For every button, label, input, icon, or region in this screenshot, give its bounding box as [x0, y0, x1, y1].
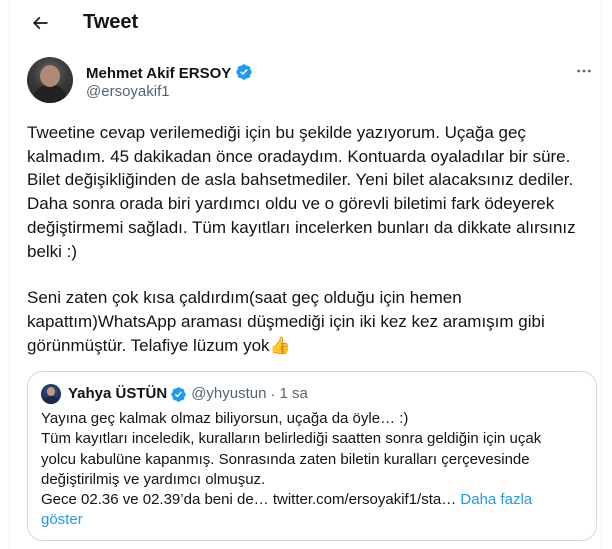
page-title: Tweet	[83, 11, 139, 33]
quoted-text-line: Yayına geç kalmak olmaz biliyorsun, uçağ…	[41, 410, 409, 427]
quoted-text-content: Gece 02.36 ve 02.39’da beni de… twitter.…	[41, 491, 457, 509]
avatar[interactable]	[27, 57, 73, 103]
arrow-left-icon	[30, 13, 50, 33]
back-button[interactable]	[27, 10, 53, 36]
page-header: Tweet	[10, 0, 601, 46]
quoted-tweet[interactable]: Yahya ÜSTÜN @yhyustun · 1 sa Yayına geç …	[27, 371, 597, 541]
author-name-row[interactable]: Mehmet Akif ERSOY	[86, 63, 253, 83]
quoted-author-name: Yahya ÜSTÜN	[68, 385, 168, 402]
quoted-author-handle: @yhyustun	[191, 385, 267, 402]
tweet-page: Tweet Mehmet Akif ERSOY @ersoyakif1 Twee…	[9, 0, 602, 549]
separator-dot: ·	[270, 385, 276, 403]
author-name[interactable]: Mehmet Akif ERSOY	[86, 65, 231, 82]
quoted-text-line: Tüm kayıtları inceledik, kuralların beli…	[41, 430, 542, 448]
quoted-text-line: yolcu kabulüne kapanmış. Sonrasında zate…	[41, 450, 530, 468]
show-more-link-continued[interactable]: göster	[41, 510, 586, 530]
tweet-paragraph: Tweetine cevap verilemediği için bu şeki…	[27, 123, 576, 261]
show-more-link[interactable]: Daha fazla	[460, 491, 532, 508]
quoted-text-line: Gece 02.36 ve 02.39’da beni de… twitter.…	[41, 490, 586, 510]
quoted-text-line: değiştirilmiş ve yardımcı olmuşuz.	[41, 470, 266, 488]
more-options-button[interactable]	[571, 61, 597, 81]
more-horizontal-icon	[575, 62, 593, 80]
quoted-tweet-text: Yayına geç kalmak olmaz biliyorsun, uçağ…	[41, 409, 586, 531]
tweet-paragraph: Seni zaten çok kısa çaldırdım(saat geç o…	[27, 288, 545, 355]
verified-badge-icon	[170, 386, 187, 403]
verified-badge-icon	[235, 63, 253, 81]
author-handle[interactable]: @ersoyakif1	[86, 83, 170, 101]
quoted-timestamp[interactable]: 1 sa	[279, 385, 307, 403]
avatar	[41, 384, 61, 404]
tweet-author: Mehmet Akif ERSOY @ersoyakif1	[27, 57, 597, 105]
quoted-tweet-header: Yahya ÜSTÜN @yhyustun · 1 sa	[41, 384, 308, 404]
tweet-text: Tweetine cevap verilemediği için bu şeki…	[27, 121, 599, 357]
